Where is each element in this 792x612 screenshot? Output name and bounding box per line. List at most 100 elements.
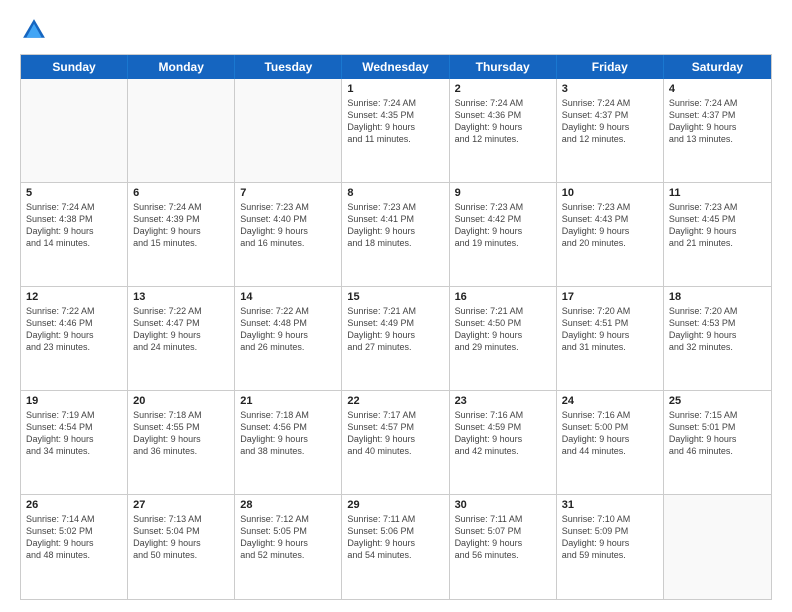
- day-info: Sunrise: 7:20 AM Sunset: 4:51 PM Dayligh…: [562, 305, 658, 354]
- day-number: 12: [26, 291, 122, 303]
- day-info: Sunrise: 7:21 AM Sunset: 4:50 PM Dayligh…: [455, 305, 551, 354]
- day-cell-3: 3 Sunrise: 7:24 AM Sunset: 4:37 PM Daylig…: [557, 79, 664, 182]
- day-info: Sunrise: 7:12 AM Sunset: 5:05 PM Dayligh…: [240, 513, 336, 562]
- day-number: 23: [455, 395, 551, 407]
- day-info: Sunrise: 7:24 AM Sunset: 4:35 PM Dayligh…: [347, 97, 443, 146]
- day-info: Sunrise: 7:23 AM Sunset: 4:42 PM Dayligh…: [455, 201, 551, 250]
- day-info: Sunrise: 7:23 AM Sunset: 4:41 PM Dayligh…: [347, 201, 443, 250]
- day-number: 18: [669, 291, 766, 303]
- day-info: Sunrise: 7:22 AM Sunset: 4:47 PM Dayligh…: [133, 305, 229, 354]
- day-number: 3: [562, 83, 658, 95]
- day-info: Sunrise: 7:17 AM Sunset: 4:57 PM Dayligh…: [347, 409, 443, 458]
- week-row-5: 26 Sunrise: 7:14 AM Sunset: 5:02 PM Dayli…: [21, 495, 771, 599]
- calendar-body: 1 Sunrise: 7:24 AM Sunset: 4:35 PM Daylig…: [21, 79, 771, 599]
- day-number: 1: [347, 83, 443, 95]
- day-info: Sunrise: 7:24 AM Sunset: 4:37 PM Dayligh…: [669, 97, 766, 146]
- header-day-sunday: Sunday: [21, 55, 128, 79]
- day-info: Sunrise: 7:24 AM Sunset: 4:37 PM Dayligh…: [562, 97, 658, 146]
- logo-icon: [20, 16, 48, 44]
- day-cell-2: 2 Sunrise: 7:24 AM Sunset: 4:36 PM Daylig…: [450, 79, 557, 182]
- day-cell-9: 9Sunrise: 7:23 AM Sunset: 4:42 PM Daylig…: [450, 183, 557, 286]
- day-cell-17: 17 Sunrise: 7:20 AM Sunset: 4:51 PM Dayli…: [557, 287, 664, 390]
- day-info: Sunrise: 7:24 AM Sunset: 4:39 PM Dayligh…: [133, 201, 229, 250]
- day-cell-20: 20 Sunrise: 7:18 AM Sunset: 4:55 PM Dayli…: [128, 391, 235, 494]
- day-cell-26: 26 Sunrise: 7:14 AM Sunset: 5:02 PM Dayli…: [21, 495, 128, 599]
- day-cell-30: 30 Sunrise: 7:11 AM Sunset: 5:07 PM Dayli…: [450, 495, 557, 599]
- day-number: 10: [562, 187, 658, 199]
- day-number: 26: [26, 499, 122, 511]
- day-cell-15: 15Sunrise: 7:21 AM Sunset: 4:49 PM Dayli…: [342, 287, 449, 390]
- day-cell-7: 7 Sunrise: 7:23 AM Sunset: 4:40 PM Daylig…: [235, 183, 342, 286]
- empty-cell: [664, 495, 771, 599]
- calendar-header: SundayMondayTuesdayWednesdayThursdayFrid…: [21, 55, 771, 79]
- day-cell-25: 25 Sunrise: 7:15 AM Sunset: 5:01 PM Dayli…: [664, 391, 771, 494]
- empty-cell: [128, 79, 235, 182]
- header-day-thursday: Thursday: [450, 55, 557, 79]
- day-info: Sunrise: 7:15 AM Sunset: 5:01 PM Dayligh…: [669, 409, 766, 458]
- day-cell-10: 10Sunrise: 7:23 AM Sunset: 4:43 PM Dayli…: [557, 183, 664, 286]
- day-info: Sunrise: 7:18 AM Sunset: 4:55 PM Dayligh…: [133, 409, 229, 458]
- header-day-wednesday: Wednesday: [342, 55, 449, 79]
- day-number: 22: [347, 395, 443, 407]
- day-info: Sunrise: 7:19 AM Sunset: 4:54 PM Dayligh…: [26, 409, 122, 458]
- day-info: Sunrise: 7:11 AM Sunset: 5:07 PM Dayligh…: [455, 513, 551, 562]
- day-number: 21: [240, 395, 336, 407]
- day-info: Sunrise: 7:24 AM Sunset: 4:36 PM Dayligh…: [455, 97, 551, 146]
- day-cell-21: 21Sunrise: 7:18 AM Sunset: 4:56 PM Dayli…: [235, 391, 342, 494]
- day-number: 14: [240, 291, 336, 303]
- day-number: 24: [562, 395, 658, 407]
- header-day-saturday: Saturday: [664, 55, 771, 79]
- day-cell-27: 27 Sunrise: 7:13 AM Sunset: 5:04 PM Dayli…: [128, 495, 235, 599]
- day-info: Sunrise: 7:23 AM Sunset: 4:40 PM Dayligh…: [240, 201, 336, 250]
- day-info: Sunrise: 7:10 AM Sunset: 5:09 PM Dayligh…: [562, 513, 658, 562]
- day-info: Sunrise: 7:14 AM Sunset: 5:02 PM Dayligh…: [26, 513, 122, 562]
- empty-cell: [21, 79, 128, 182]
- day-cell-1: 1 Sunrise: 7:24 AM Sunset: 4:35 PM Daylig…: [342, 79, 449, 182]
- week-row-3: 12 Sunrise: 7:22 AM Sunset: 4:46 PM Dayli…: [21, 287, 771, 391]
- day-cell-19: 19 Sunrise: 7:19 AM Sunset: 4:54 PM Dayli…: [21, 391, 128, 494]
- day-info: Sunrise: 7:22 AM Sunset: 4:48 PM Dayligh…: [240, 305, 336, 354]
- day-number: 20: [133, 395, 229, 407]
- day-number: 11: [669, 187, 766, 199]
- day-number: 29: [347, 499, 443, 511]
- day-cell-28: 28Sunrise: 7:12 AM Sunset: 5:05 PM Dayli…: [235, 495, 342, 599]
- day-number: 27: [133, 499, 229, 511]
- logo: [20, 16, 52, 44]
- day-cell-31: 31 Sunrise: 7:10 AM Sunset: 5:09 PM Dayli…: [557, 495, 664, 599]
- day-number: 2: [455, 83, 551, 95]
- day-info: Sunrise: 7:13 AM Sunset: 5:04 PM Dayligh…: [133, 513, 229, 562]
- day-number: 15: [347, 291, 443, 303]
- day-number: 13: [133, 291, 229, 303]
- week-row-4: 19 Sunrise: 7:19 AM Sunset: 4:54 PM Dayli…: [21, 391, 771, 495]
- day-cell-12: 12 Sunrise: 7:22 AM Sunset: 4:46 PM Dayli…: [21, 287, 128, 390]
- day-info: Sunrise: 7:11 AM Sunset: 5:06 PM Dayligh…: [347, 513, 443, 562]
- empty-cell: [235, 79, 342, 182]
- header-day-friday: Friday: [557, 55, 664, 79]
- day-info: Sunrise: 7:24 AM Sunset: 4:38 PM Dayligh…: [26, 201, 122, 250]
- header-day-monday: Monday: [128, 55, 235, 79]
- day-number: 25: [669, 395, 766, 407]
- week-row-1: 1 Sunrise: 7:24 AM Sunset: 4:35 PM Daylig…: [21, 79, 771, 183]
- day-cell-16: 16Sunrise: 7:21 AM Sunset: 4:50 PM Dayli…: [450, 287, 557, 390]
- day-cell-24: 24 Sunrise: 7:16 AM Sunset: 5:00 PM Dayli…: [557, 391, 664, 494]
- page: SundayMondayTuesdayWednesdayThursdayFrid…: [0, 0, 792, 612]
- week-row-2: 5 Sunrise: 7:24 AM Sunset: 4:38 PM Daylig…: [21, 183, 771, 287]
- day-number: 31: [562, 499, 658, 511]
- day-cell-23: 23 Sunrise: 7:16 AM Sunset: 4:59 PM Dayli…: [450, 391, 557, 494]
- day-number: 5: [26, 187, 122, 199]
- day-number: 17: [562, 291, 658, 303]
- day-number: 19: [26, 395, 122, 407]
- day-cell-6: 6 Sunrise: 7:24 AM Sunset: 4:39 PM Daylig…: [128, 183, 235, 286]
- day-info: Sunrise: 7:16 AM Sunset: 5:00 PM Dayligh…: [562, 409, 658, 458]
- day-cell-18: 18Sunrise: 7:20 AM Sunset: 4:53 PM Dayli…: [664, 287, 771, 390]
- day-number: 30: [455, 499, 551, 511]
- day-number: 6: [133, 187, 229, 199]
- day-cell-22: 22 Sunrise: 7:17 AM Sunset: 4:57 PM Dayli…: [342, 391, 449, 494]
- day-number: 7: [240, 187, 336, 199]
- header-day-tuesday: Tuesday: [235, 55, 342, 79]
- day-number: 4: [669, 83, 766, 95]
- day-cell-5: 5 Sunrise: 7:24 AM Sunset: 4:38 PM Daylig…: [21, 183, 128, 286]
- day-cell-8: 8Sunrise: 7:23 AM Sunset: 4:41 PM Daylig…: [342, 183, 449, 286]
- day-info: Sunrise: 7:16 AM Sunset: 4:59 PM Dayligh…: [455, 409, 551, 458]
- day-info: Sunrise: 7:22 AM Sunset: 4:46 PM Dayligh…: [26, 305, 122, 354]
